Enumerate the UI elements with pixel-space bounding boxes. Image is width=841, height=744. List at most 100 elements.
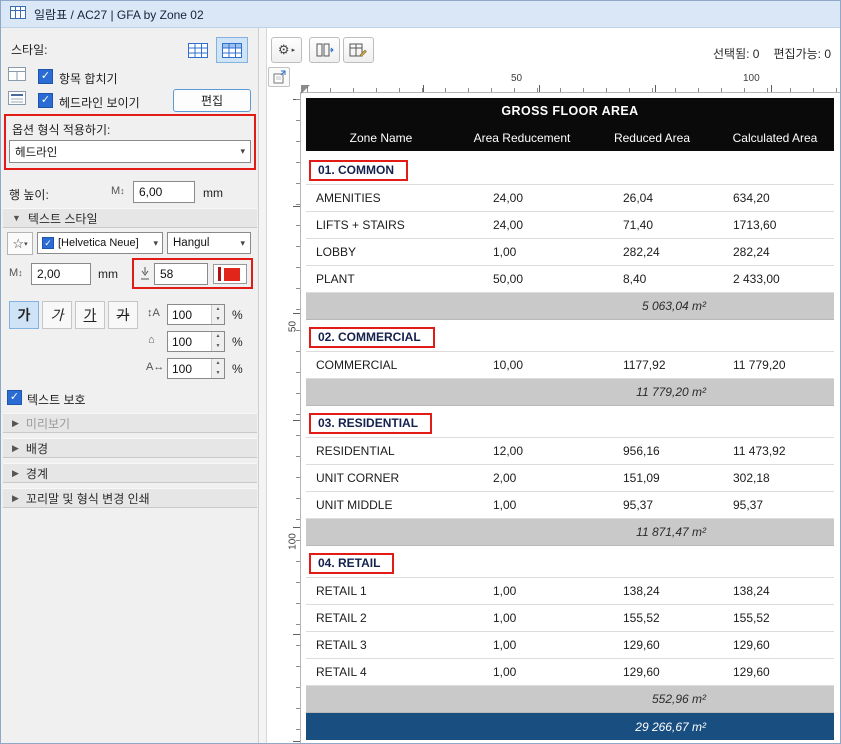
grand-total-row[interactable]: 29 266,67 m²: [306, 713, 834, 740]
schedule-style-header-button[interactable]: [216, 37, 248, 63]
cell-reduced-area[interactable]: 95,37: [623, 498, 733, 512]
cell-calculated-area[interactable]: 138,24: [733, 584, 834, 598]
cell-calculated-area[interactable]: 129,60: [733, 638, 834, 652]
cell-reduced-area[interactable]: 8,40: [623, 272, 733, 286]
stepper-arrows[interactable]: ▲▼: [211, 332, 224, 351]
settings-button[interactable]: ⚙▸: [271, 37, 302, 63]
chevron-collapsed-icon: ▶: [12, 418, 19, 429]
cell-area-reducement[interactable]: 2,00: [493, 471, 623, 485]
favorites-button[interactable]: ☆▾: [7, 232, 33, 255]
cell-area-reducement[interactable]: 24,00: [493, 218, 623, 232]
cell-area-reducement[interactable]: 1,00: [493, 498, 623, 512]
cell-calculated-area[interactable]: 634,20: [733, 191, 834, 205]
text-italic-button[interactable]: 가: [42, 301, 72, 329]
font-dropdown[interactable]: ✓ [Helvetica Neue] ▾: [37, 232, 163, 254]
cell-zone-name[interactable]: UNIT CORNER: [306, 471, 493, 485]
group-title-annotated[interactable]: 04. RETAIL: [309, 553, 394, 574]
cell-reduced-area[interactable]: 1177,92: [623, 358, 733, 372]
cell-reduced-area[interactable]: 956,16: [623, 444, 733, 458]
script-dropdown[interactable]: Hangul ▾: [167, 232, 251, 254]
cell-zone-name[interactable]: LIFTS + STAIRS: [306, 218, 493, 232]
cell-area-reducement[interactable]: 1,00: [493, 665, 623, 679]
group-subtotal-row[interactable]: 11 779,20 m²: [306, 379, 834, 406]
text-bold-button[interactable]: 가: [9, 301, 39, 329]
cell-area-reducement[interactable]: 1,00: [493, 611, 623, 625]
cell-zone-name[interactable]: UNIT MIDDLE: [306, 498, 493, 512]
font-size-field[interactable]: 2,00: [31, 263, 91, 285]
char-width-field[interactable]: 100 ▲▼: [167, 331, 225, 352]
cell-calculated-area[interactable]: 11 473,92: [733, 444, 834, 458]
group-header-row[interactable]: 02. COMMERCIAL: [306, 324, 834, 352]
group-subtotal-row[interactable]: 552,96 m²: [306, 686, 834, 713]
cell-zone-name[interactable]: RETAIL 1: [306, 584, 493, 598]
cell-area-reducement[interactable]: 12,00: [493, 444, 623, 458]
group-title-annotated[interactable]: 03. RESIDENTIAL: [309, 413, 432, 434]
cell-zone-name[interactable]: COMMERCIAL: [306, 358, 493, 372]
group-header-row[interactable]: 03. RESIDENTIAL: [306, 410, 834, 438]
cell-reduced-area[interactable]: 129,60: [623, 638, 733, 652]
group-subtotal-row[interactable]: 11 871,47 m²: [306, 519, 834, 546]
cell-reduced-area[interactable]: 129,60: [623, 665, 733, 679]
cell-calculated-area[interactable]: 2 433,00: [733, 272, 834, 286]
cell-reduced-area[interactable]: 138,24: [623, 584, 733, 598]
group-title-annotated[interactable]: 02. COMMERCIAL: [309, 327, 435, 348]
cell-zone-name[interactable]: RETAIL 2: [306, 611, 493, 625]
edit-button[interactable]: 편집: [173, 89, 251, 112]
panel-scrollbar[interactable]: [259, 28, 267, 744]
row-height-icon: M↕: [111, 185, 125, 197]
group-title-annotated[interactable]: 01. COMMON: [309, 160, 408, 181]
row-height-field[interactable]: 6,00: [133, 181, 195, 203]
cell-calculated-area[interactable]: 155,52: [733, 611, 834, 625]
cell-reduced-area[interactable]: 282,24: [623, 245, 733, 259]
cell-zone-name[interactable]: AMENITIES: [306, 191, 493, 205]
cell-calculated-area[interactable]: 1713,60: [733, 218, 834, 232]
cell-area-reducement[interactable]: 10,00: [493, 358, 623, 372]
cell-area-reducement[interactable]: 24,00: [493, 191, 623, 205]
cell-area-reducement[interactable]: 1,00: [493, 638, 623, 652]
cell-area-reducement[interactable]: 50,00: [493, 272, 623, 286]
stepper-arrows[interactable]: ▲▼: [211, 305, 224, 324]
selection-status: 선택됨: 0 편집가능: 0: [713, 45, 831, 62]
text-strike-button[interactable]: 가: [108, 301, 138, 329]
apply-format-dropdown[interactable]: 헤드라인 ▾: [9, 140, 251, 163]
group-header-row[interactable]: 04. RETAIL: [306, 550, 834, 578]
stepper-arrows[interactable]: ▲▼: [211, 359, 224, 378]
merge-items-checkbox[interactable]: ✓: [38, 69, 53, 84]
cell-reduced-area[interactable]: 155,52: [623, 611, 733, 625]
set-origin-button[interactable]: [268, 67, 290, 87]
section-text-style[interactable]: ▼ 텍스트 스타일: [3, 208, 257, 228]
section-preview[interactable]: ▶ 미리보기: [3, 413, 257, 433]
text-protect-checkbox[interactable]: ✓: [7, 390, 22, 405]
cell-reduced-area[interactable]: 71,40: [623, 218, 733, 232]
group-header-row[interactable]: 01. COMMON: [306, 157, 834, 185]
cell-calculated-area[interactable]: 95,37: [733, 498, 834, 512]
column-width-button[interactable]: [309, 37, 340, 63]
text-underline-button[interactable]: 가: [75, 301, 105, 329]
cell-calculated-area[interactable]: 302,18: [733, 471, 834, 485]
char-spacing-field[interactable]: 100 ▲▼: [167, 358, 225, 379]
section-footer[interactable]: ▶ 꼬리말 및 형식 변경 인쇄: [3, 488, 257, 508]
cell-reduced-area[interactable]: 26,04: [623, 191, 733, 205]
cell-calculated-area[interactable]: 129,60: [733, 665, 834, 679]
cell-zone-name[interactable]: RETAIL 3: [306, 638, 493, 652]
cell-area-reducement[interactable]: 1,00: [493, 584, 623, 598]
section-border[interactable]: ▶ 경계: [3, 463, 257, 483]
edit-headline-button[interactable]: [343, 37, 374, 63]
pen-color-swatch[interactable]: [213, 264, 247, 284]
font-checkbox[interactable]: ✓: [42, 237, 54, 249]
cell-zone-name[interactable]: RETAIL 4: [306, 665, 493, 679]
section-background[interactable]: ▶ 배경: [3, 438, 257, 458]
group-subtotal-row[interactable]: 5 063,04 m²: [306, 293, 834, 320]
show-headline-checkbox[interactable]: ✓: [38, 93, 53, 108]
cell-calculated-area[interactable]: 282,24: [733, 245, 834, 259]
line-spacing-field[interactable]: 100 ▲▼: [167, 304, 225, 325]
cell-zone-name[interactable]: RESIDENTIAL: [306, 444, 493, 458]
subtotal-value: 11 871,47 m²: [306, 525, 706, 539]
cell-reduced-area[interactable]: 151,09: [623, 471, 733, 485]
cell-zone-name[interactable]: LOBBY: [306, 245, 493, 259]
cell-area-reducement[interactable]: 1,00: [493, 245, 623, 259]
cell-zone-name[interactable]: PLANT: [306, 272, 493, 286]
cell-calculated-area[interactable]: 11 779,20: [733, 358, 834, 372]
schedule-style-normal-button[interactable]: [182, 37, 214, 63]
pen-number-field[interactable]: 58: [154, 263, 208, 285]
